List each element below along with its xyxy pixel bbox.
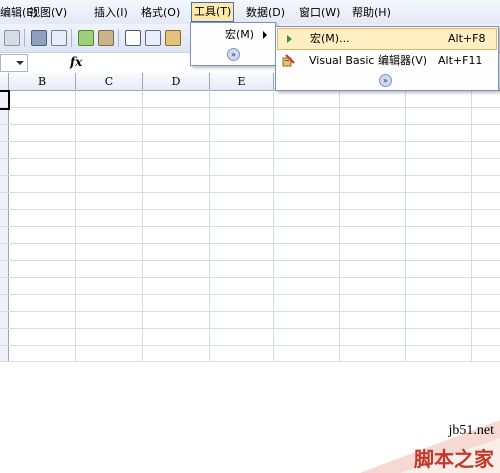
print-icon[interactable] [31,30,47,46]
grid-line [0,345,500,346]
toolbar-separator [71,29,72,47]
grid-line [0,175,500,176]
menu-insert[interactable]: 插入(I) [94,5,128,21]
menu-format[interactable]: 格式(O) [141,5,180,21]
column-header-a[interactable] [0,73,9,90]
expand-menu-icon[interactable]: » [379,74,392,87]
macro-submenu: 宏(M)... Alt+F8 Visual Basic 编辑器(V) Alt+F… [275,26,499,91]
tools-menu: 宏(M) » [190,22,276,66]
column-header-d[interactable]: D [143,73,210,90]
print-preview-icon[interactable] [51,30,67,46]
tools-menu-item-label: 宏(M) [225,28,255,41]
submenu-item-vb-editor[interactable]: Visual Basic 编辑器(V) Alt+F11 [277,51,495,71]
grid-line [0,226,500,227]
save-icon[interactable] [4,30,20,46]
menu-tools[interactable]: 工具(T) [191,2,235,22]
active-cell[interactable] [0,90,10,110]
submenu-item-label: Visual Basic 编辑器(V) [309,54,428,67]
grid-line [0,141,500,142]
submenu-item-macros[interactable]: 宏(M)... Alt+F8 [277,28,497,50]
expand-menu-icon[interactable]: » [227,48,240,61]
cut-icon[interactable] [125,30,141,46]
paste-icon[interactable] [165,30,181,46]
tools-menu-item-macro[interactable]: 宏(M) [191,25,273,45]
column-header-c[interactable]: C [76,73,143,90]
watermark-url: jb51.net [448,423,495,438]
grid-line [0,209,500,210]
menu-data[interactable]: 数据(D) [246,5,285,21]
grid-line [0,260,500,261]
grid-line [0,243,500,244]
toolbar-separator [118,29,119,47]
research-icon[interactable] [98,30,114,46]
grid-line [0,277,500,278]
watermark-text: 脚本之家 [414,447,494,471]
name-box[interactable] [0,54,28,72]
submenu-item-shortcut: Alt+F11 [438,54,483,67]
submenu-item-label: 宏(M)... [310,32,350,45]
grid-line [0,294,500,295]
vb-editor-icon [282,54,295,67]
fx-icon[interactable]: fx [70,55,82,69]
submenu-arrow-icon [263,31,267,39]
grid-line [0,361,500,362]
submenu-item-shortcut: Alt+F8 [448,32,486,45]
spelling-icon[interactable] [78,30,94,46]
grid-line [0,124,500,125]
grid-line [0,328,500,329]
grid-line [0,311,500,312]
menu-help[interactable]: 帮助(H) [352,5,391,21]
copy-icon[interactable] [145,30,161,46]
worksheet-grid[interactable] [0,90,500,362]
chevron-down-icon[interactable] [16,61,24,65]
grid-line [0,158,500,159]
column-header-b[interactable]: B [9,73,76,90]
toolbar-separator [24,29,25,47]
menu-window[interactable]: 窗口(W) [299,5,340,21]
grid-line [0,192,500,193]
play-icon [287,35,292,43]
grid-line [0,107,500,108]
column-header-e[interactable]: E [210,73,274,90]
menu-view[interactable]: 视图(V) [29,5,67,21]
